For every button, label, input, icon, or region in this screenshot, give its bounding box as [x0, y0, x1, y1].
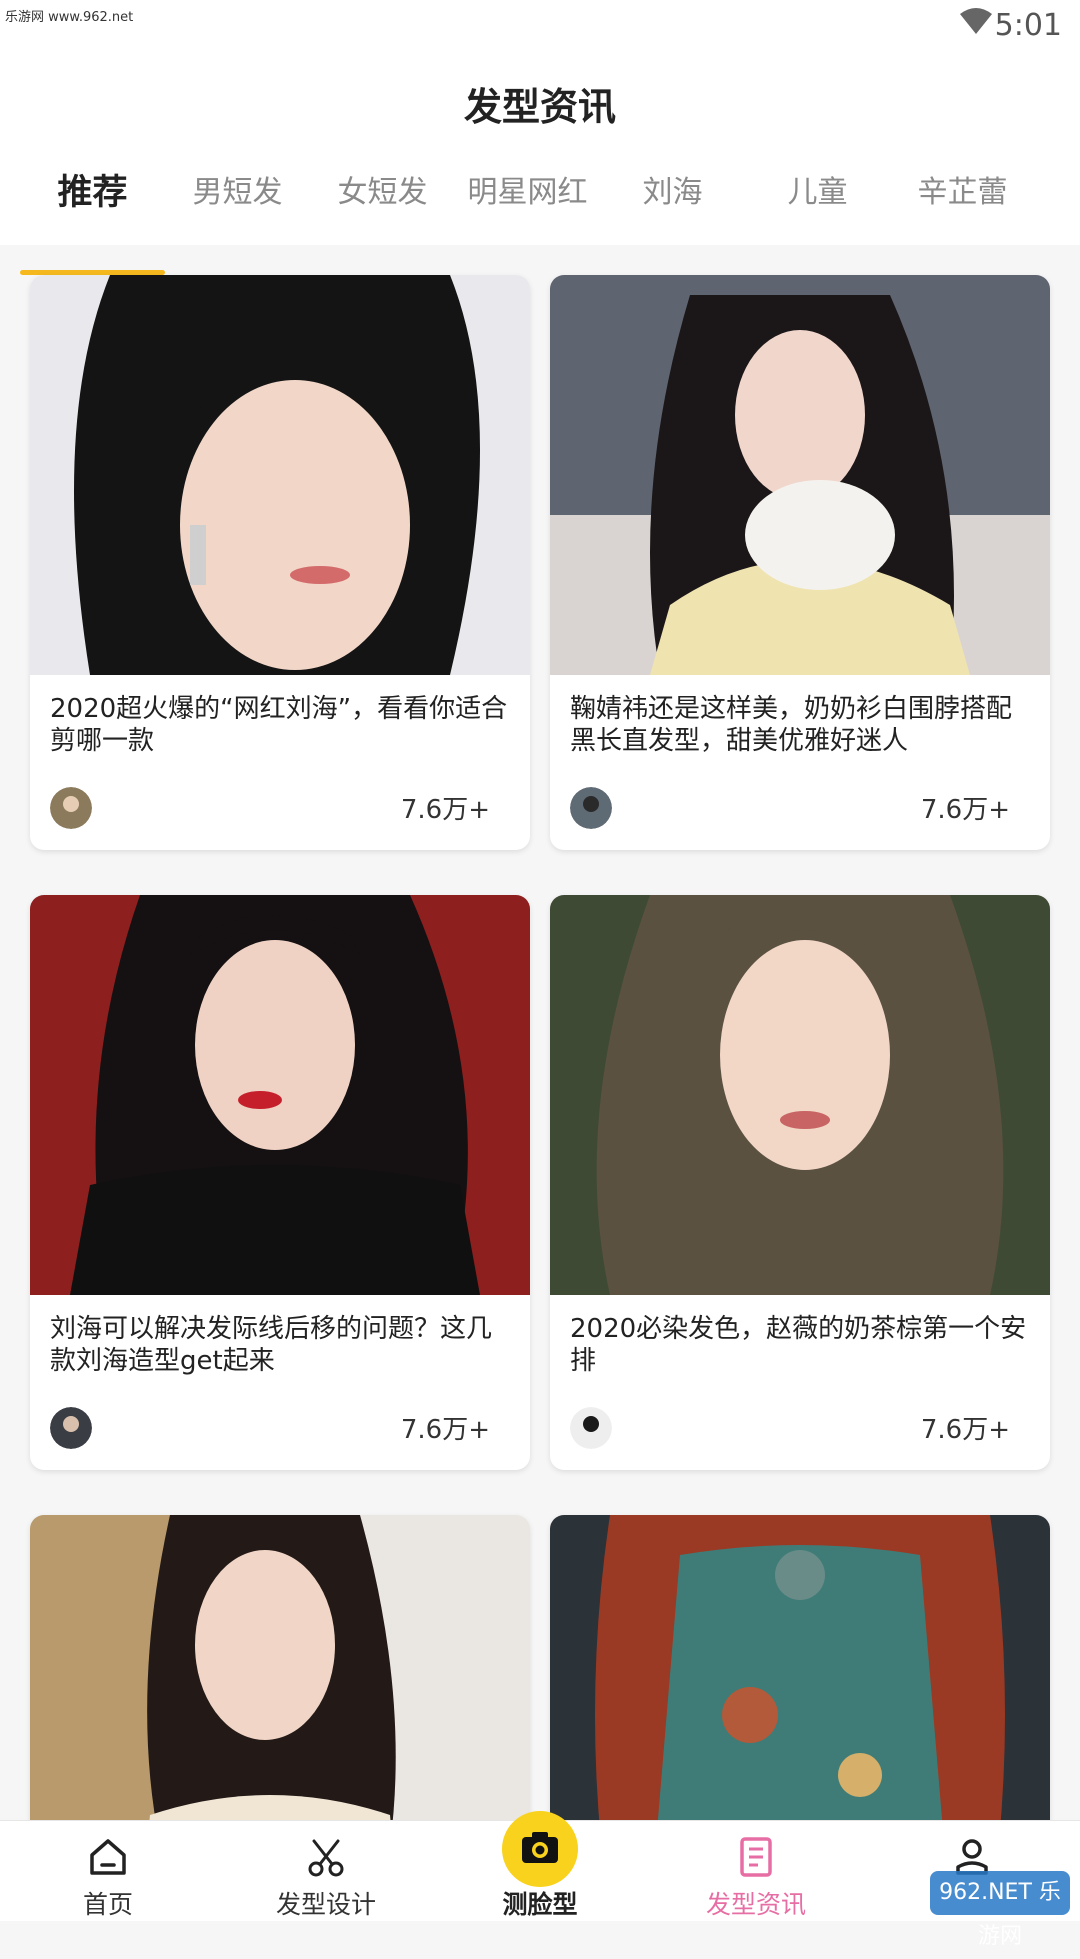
article-card[interactable]: [30, 1515, 530, 1845]
nav-hair-design[interactable]: 发型设计: [246, 1821, 406, 1921]
category-tabs: 推荐 男短发 女短发 明星网红 刘海 儿童 辛芷蕾: [20, 150, 1080, 275]
watermark-logo: 962.NET 乐游网: [930, 1871, 1070, 1949]
tab-celebrity[interactable]: 明星网红: [455, 150, 600, 236]
article-card[interactable]: 2020超火爆的“网红刘海”，看看你适合剪哪一款 7.6万+: [30, 275, 530, 850]
tab-women-short[interactable]: 女短发: [310, 150, 455, 236]
article-image: [550, 1515, 1050, 1845]
news-icon: [740, 1837, 772, 1877]
avatar: [50, 1407, 92, 1449]
page-title: 发型资讯: [463, 85, 616, 129]
article-title: 刘海可以解决发际线后移的问题？这几款刘海造型get起来: [50, 1314, 493, 1376]
nav-label: 首页: [82, 1890, 133, 1919]
view-count: 7.6万+: [400, 1415, 490, 1445]
article-image: [550, 275, 1050, 675]
nav-home[interactable]: 首页: [28, 1821, 188, 1921]
tab-men-short[interactable]: 男短发: [165, 150, 310, 236]
article-title: 鞠婧祎还是这样美，奶奶衫白围脖搭配黑长直发型，甜美优雅好迷人: [570, 694, 1013, 756]
article-card[interactable]: [550, 1515, 1050, 1845]
home-icon: [90, 1839, 126, 1875]
article-card[interactable]: 2020必染发色，赵薇的奶茶棕第一个安排 7.6万+: [550, 895, 1050, 1470]
view-count: 7.6万+: [920, 1415, 1010, 1445]
article-image: [550, 895, 1050, 1295]
tab-xin-zhilei[interactable]: 辛芷蕾: [890, 150, 1035, 236]
nav-hair-news[interactable]: 发型资讯: [676, 1821, 836, 1921]
camera-button[interactable]: [502, 1811, 578, 1887]
article-image: [30, 895, 530, 1295]
tab-recommend[interactable]: 推荐: [20, 150, 165, 236]
status-bar: 乐游网 www.962.net 5:01: [0, 0, 1080, 50]
article-title: 2020必染发色，赵薇的奶茶棕第一个安排: [570, 1314, 1027, 1376]
avatar: [570, 1407, 612, 1449]
article-card[interactable]: 鞠婧祎还是这样美，奶奶衫白围脖搭配黑长直发型，甜美优雅好迷人 7.6万+: [550, 275, 1050, 850]
view-count: 7.6万+: [920, 795, 1010, 825]
tab-bangs[interactable]: 刘海: [600, 150, 745, 236]
avatar: [570, 787, 612, 829]
header: 发型资讯 推荐 男短发 女短发 明星网红 刘海 儿童 辛芷蕾: [0, 50, 1080, 275]
scissors-icon: [308, 1839, 344, 1877]
watermark-text: 乐游网 www.962.net: [5, 10, 134, 25]
article-image: [30, 275, 530, 675]
bottom-nav: 首页 发型设计 测脸型 发型资讯 962.NET 乐游网: [0, 1811, 1080, 1949]
nav-label: 发型设计: [275, 1890, 376, 1919]
article-title: 2020超火爆的“网红刘海”，看看你适合剪哪一款: [50, 694, 508, 756]
clock: 5:01: [994, 8, 1062, 43]
wifi-icon: [960, 8, 992, 34]
view-count: 7.6万+: [400, 795, 490, 825]
camera-icon: [522, 1832, 558, 1863]
article-image: [30, 1515, 530, 1845]
nav-label: 发型资讯: [705, 1890, 806, 1919]
avatar: [50, 787, 92, 829]
article-card[interactable]: 刘海可以解决发际线后移的问题？这几款刘海造型get起来 7.6万+: [30, 895, 530, 1470]
nav-label: 测脸型: [502, 1890, 578, 1919]
nav-face-test[interactable]: 测脸型: [460, 1811, 620, 1921]
tab-children[interactable]: 儿童: [745, 150, 890, 236]
